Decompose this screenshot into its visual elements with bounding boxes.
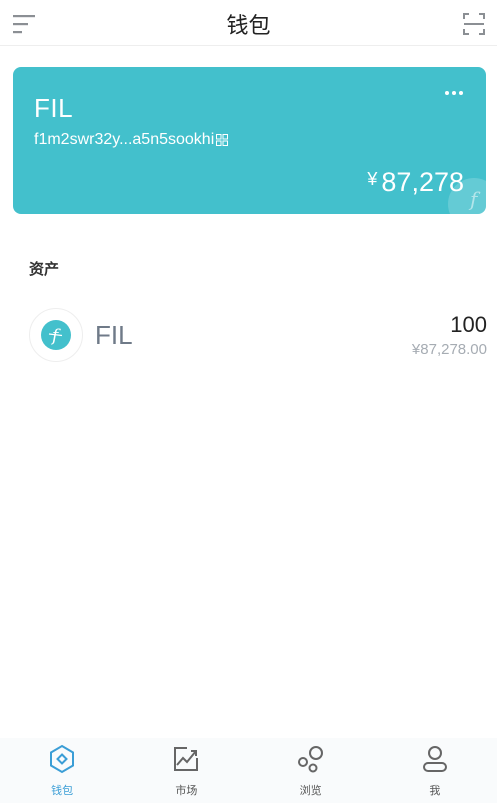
page-title: 钱包 (226, 13, 271, 38)
asset-symbol: FIL (95, 320, 133, 350)
tab-label: 钱包 (51, 785, 74, 797)
currency-symbol: ¥ (367, 169, 378, 189)
tab-browse[interactable]: 浏览 (249, 738, 373, 803)
market-chart-icon (174, 747, 199, 771)
browse-icon (297, 746, 323, 773)
tab-me[interactable]: 我 (373, 738, 497, 803)
filecoin-icon: f (41, 320, 71, 350)
top-bar: 钱包 (0, 0, 497, 46)
assets-section-title: 资产 (29, 261, 60, 278)
asset-value: ¥87,278.00 (411, 341, 487, 358)
tab-market[interactable]: 市场 (124, 738, 248, 803)
scan-icon[interactable] (463, 13, 485, 35)
bottom-tab-bar: 钱包 市场 浏览 我 (0, 738, 497, 803)
wallet-name: FIL (34, 93, 74, 123)
qr-code-icon[interactable] (216, 134, 229, 146)
asset-row-fil[interactable]: f FIL 100 ¥87,278.00 (29, 308, 487, 364)
wallet-address-row: f1m2swr32y...a5n5sookhi (34, 131, 229, 149)
asset-logo: f (29, 308, 83, 362)
tab-label: 市场 (175, 785, 198, 797)
wallet-address[interactable]: f1m2swr32y...a5n5sookhi (34, 131, 214, 149)
more-icon[interactable] (444, 89, 464, 97)
filecoin-watermark-icon: f (448, 178, 486, 214)
tab-label: 浏览 (299, 785, 322, 797)
asset-amount: 100 (450, 312, 487, 337)
user-icon (422, 746, 447, 772)
tab-wallet[interactable]: 钱包 (0, 738, 124, 803)
wallet-icon (50, 744, 75, 774)
wallet-card[interactable]: FIL f1m2swr32y...a5n5sookhi ¥ 87,278 f (13, 67, 486, 214)
tab-label: 我 (429, 785, 441, 797)
